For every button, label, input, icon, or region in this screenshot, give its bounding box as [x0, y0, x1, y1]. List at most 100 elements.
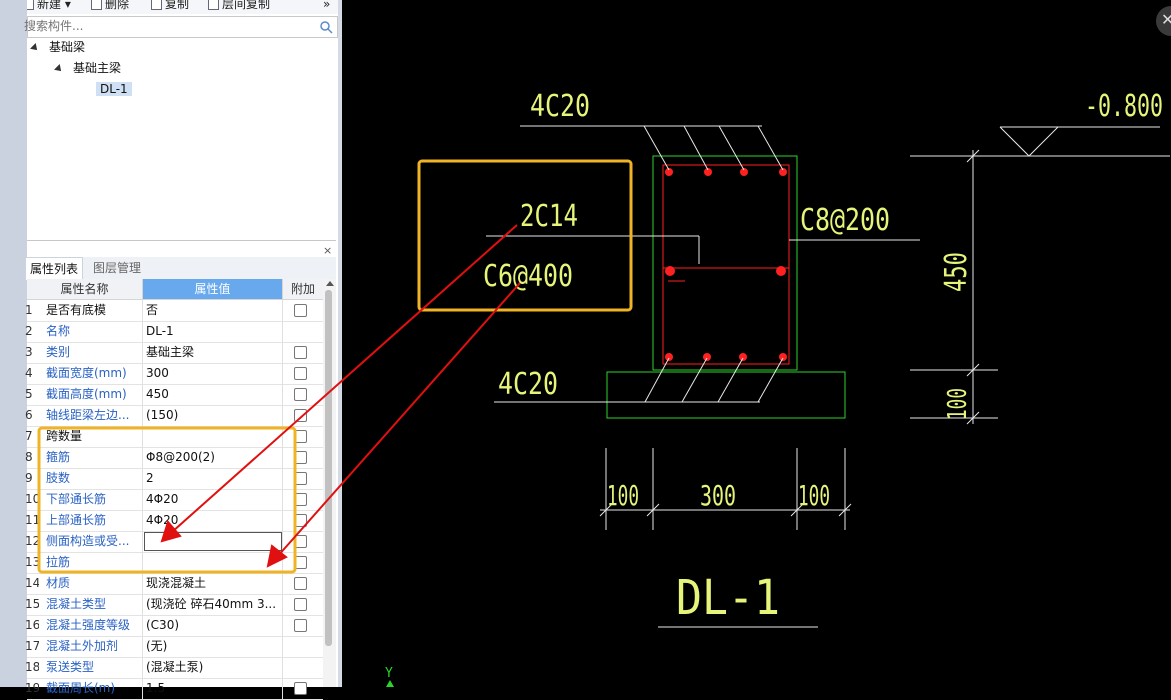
divider: [142, 531, 143, 552]
extra-checkbox[interactable]: [294, 346, 307, 359]
property-value[interactable]: 4Φ20: [146, 510, 282, 531]
property-value[interactable]: DL-1: [146, 321, 282, 342]
table-row[interactable]: 14 材质 现浇混凝土: [25, 573, 323, 595]
table-row[interactable]: 9 肢数 2: [25, 468, 323, 490]
property-value[interactable]: [146, 552, 282, 573]
property-value[interactable]: 否: [146, 300, 282, 321]
leader-line: [683, 125, 709, 171]
extra-checkbox[interactable]: [294, 304, 307, 317]
row-number: 17: [25, 639, 39, 653]
property-value[interactable]: [146, 426, 282, 447]
property-value[interactable]: 现浇混凝土: [146, 573, 282, 594]
row-number: 11: [25, 513, 39, 527]
delete-label: 删除: [105, 0, 130, 11]
tab-layers[interactable]: 图层管理: [89, 257, 145, 279]
label-dim-left: 100: [607, 479, 639, 512]
scroll-up-icon[interactable]: [326, 281, 334, 286]
elevation-triangle: [999, 126, 1060, 157]
tree-item-dl1[interactable]: DL-1: [96, 79, 132, 99]
divider: [282, 426, 283, 447]
table-row[interactable]: 19 截面周长(m) 1.5: [25, 678, 323, 700]
divider: [142, 615, 143, 636]
new-icon: [27, 0, 34, 10]
extra-checkbox[interactable]: [294, 451, 307, 464]
tree-item-foundation-beam[interactable]: 基础梁: [30, 37, 85, 57]
leader-line: [717, 357, 744, 403]
extra-checkbox[interactable]: [294, 514, 307, 527]
divider: [142, 636, 143, 657]
row-number: 15: [25, 597, 39, 611]
cad-canvas[interactable]: 4C20 -0.800 2C14 C6@400 C8@200 4C20 450 …: [342, 0, 1171, 687]
table-row[interactable]: 2 名称 DL-1: [25, 321, 323, 343]
table-row[interactable]: 10 下部通长筋 4Φ20: [25, 489, 323, 511]
table-row[interactable]: 1 是否有底模 否: [25, 300, 323, 322]
divider: [282, 468, 283, 489]
extra-checkbox[interactable]: [294, 598, 307, 611]
expand-triangle-icon[interactable]: [30, 42, 40, 53]
divider: [282, 531, 283, 552]
copy-button[interactable]: 复制: [151, 0, 189, 12]
table-row[interactable]: 11 上部通长筋 4Φ20: [25, 510, 323, 532]
close-icon[interactable]: ×: [323, 244, 332, 257]
property-value[interactable]: (现浇砼 碎石40mm 3...: [146, 594, 282, 615]
property-name: 是否有底模: [46, 303, 107, 317]
property-value[interactable]: 300: [146, 363, 282, 384]
divider: [142, 426, 143, 447]
property-value[interactable]: [146, 531, 282, 552]
table-row[interactable]: 12 侧面构造或受...: [25, 531, 323, 553]
close-icon[interactable]: ✕: [1161, 10, 1171, 29]
extra-checkbox[interactable]: [294, 472, 307, 485]
extra-checkbox[interactable]: [294, 388, 307, 401]
extra-checkbox[interactable]: [294, 556, 307, 569]
extra-checkbox[interactable]: [294, 577, 307, 590]
table-row[interactable]: 8 箍筋 Φ8@200(2): [25, 447, 323, 469]
table-row[interactable]: 5 截面高度(mm) 450: [25, 384, 323, 406]
table-row[interactable]: 17 混凝土外加剂 (无): [25, 636, 323, 658]
stirrup-line: [662, 164, 790, 365]
table-row[interactable]: 3 类别 基础主梁: [25, 342, 323, 364]
property-value[interactable]: (C30): [146, 615, 282, 636]
search-icon[interactable]: [319, 20, 333, 34]
tab-properties[interactable]: 属性列表: [25, 257, 84, 280]
property-value[interactable]: 450: [146, 384, 282, 405]
extra-checkbox[interactable]: [294, 493, 307, 506]
divider: [282, 447, 283, 468]
extra-checkbox[interactable]: [294, 619, 307, 632]
expand-triangle-icon[interactable]: [54, 63, 64, 74]
divider: [142, 342, 143, 363]
property-name: 下部通长筋: [46, 492, 107, 506]
extra-checkbox[interactable]: [294, 430, 307, 443]
toolbar-more-button[interactable]: »: [323, 0, 330, 12]
property-value[interactable]: (无): [146, 636, 282, 657]
delete-icon: [91, 0, 102, 10]
property-value[interactable]: 2: [146, 468, 282, 489]
delete-button[interactable]: 删除: [91, 0, 129, 12]
extra-checkbox[interactable]: [294, 409, 307, 422]
table-row[interactable]: 13 拉筋: [25, 552, 323, 574]
property-value[interactable]: (150): [146, 405, 282, 426]
extra-checkbox[interactable]: [294, 535, 307, 548]
divider: [282, 573, 283, 594]
floor-copy-button[interactable]: 层间复制: [208, 0, 270, 12]
tree-item-main-beam[interactable]: 基础主梁: [54, 58, 121, 78]
table-row[interactable]: 18 泵送类型 (混凝土泵): [25, 657, 323, 679]
table-row[interactable]: 7 跨数量: [25, 426, 323, 448]
property-value[interactable]: 1.5: [146, 678, 282, 699]
divider: [282, 321, 283, 342]
property-name: 混凝土类型: [46, 597, 107, 611]
property-value[interactable]: 基础主梁: [146, 342, 282, 363]
property-value[interactable]: 4Φ20: [146, 489, 282, 510]
new-button[interactable]: 新建 ▾: [27, 0, 71, 12]
table-row[interactable]: 15 混凝土类型 (现浇砼 碎石40mm 3...: [25, 594, 323, 616]
property-value[interactable]: Φ8@200(2): [146, 447, 282, 468]
row-number: 5: [25, 387, 33, 401]
table-row[interactable]: 6 轴线距梁左边... (150): [25, 405, 323, 427]
extra-checkbox[interactable]: [294, 367, 307, 380]
divider: [282, 636, 283, 657]
search-input[interactable]: [24, 17, 304, 35]
property-value[interactable]: (混凝土泵): [146, 657, 282, 678]
table-row[interactable]: 4 截面宽度(mm) 300: [25, 363, 323, 385]
table-row[interactable]: 16 混凝土强度等级 (C30): [25, 615, 323, 637]
extra-checkbox[interactable]: [294, 682, 307, 695]
scrollbar-thumb[interactable]: [325, 290, 332, 646]
